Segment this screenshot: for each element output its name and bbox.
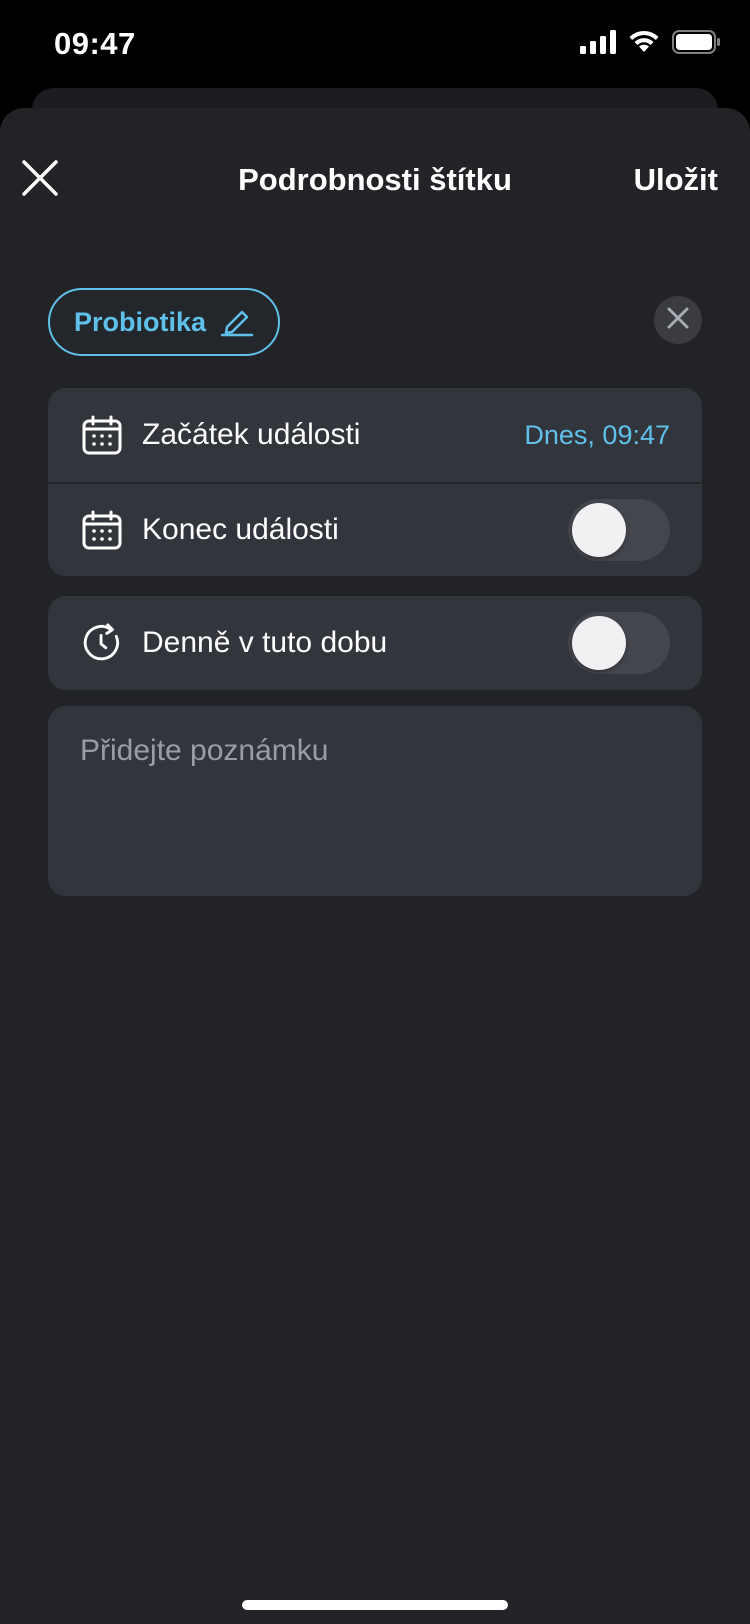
toggle-knob [572,503,626,557]
status-icons [580,30,722,59]
daily-row: Denně v tuto dobu [48,596,702,690]
status-bar: 09:47 [0,0,750,90]
event-time-group: Začátek události Dnes, 09:47 Konec událo… [48,388,702,576]
wifi-icon [628,30,660,59]
tag-chip[interactable]: Probiotika [48,288,281,356]
event-start-label: Začátek události [142,418,361,451]
clock-repeat-icon [82,623,122,663]
tag-details-sheet: Podrobnosti štítku Uložit Probiotika Zač… [0,108,750,1624]
sheet-header: Podrobnosti štítku Uložit [0,108,750,248]
pencil-icon[interactable] [220,303,254,342]
event-end-row: Konec události [48,482,702,576]
event-end-label: Konec události [142,513,339,546]
remove-tag-button[interactable] [654,296,702,344]
close-icon [666,306,690,335]
home-indicator [242,1600,508,1610]
save-button[interactable]: Uložit [634,162,718,198]
daily-label: Denně v tuto dobu [142,626,388,659]
calendar-icon [82,415,122,455]
event-start-row[interactable]: Začátek události Dnes, 09:47 [48,388,702,482]
note-field[interactable]: Přidejte poznámku [48,706,702,896]
event-end-toggle[interactable] [568,499,670,561]
status-time: 09:47 [54,26,136,61]
battery-icon [672,30,722,59]
calendar-icon [82,510,122,550]
note-placeholder: Přidejte poznámku [80,734,329,767]
daily-toggle[interactable] [568,612,670,674]
signal-icon [580,30,616,59]
toggle-knob [572,616,626,670]
event-start-value[interactable]: Dnes, 09:47 [524,420,670,451]
daily-group: Denně v tuto dobu [48,596,702,690]
tag-label: Probiotika [74,306,207,337]
